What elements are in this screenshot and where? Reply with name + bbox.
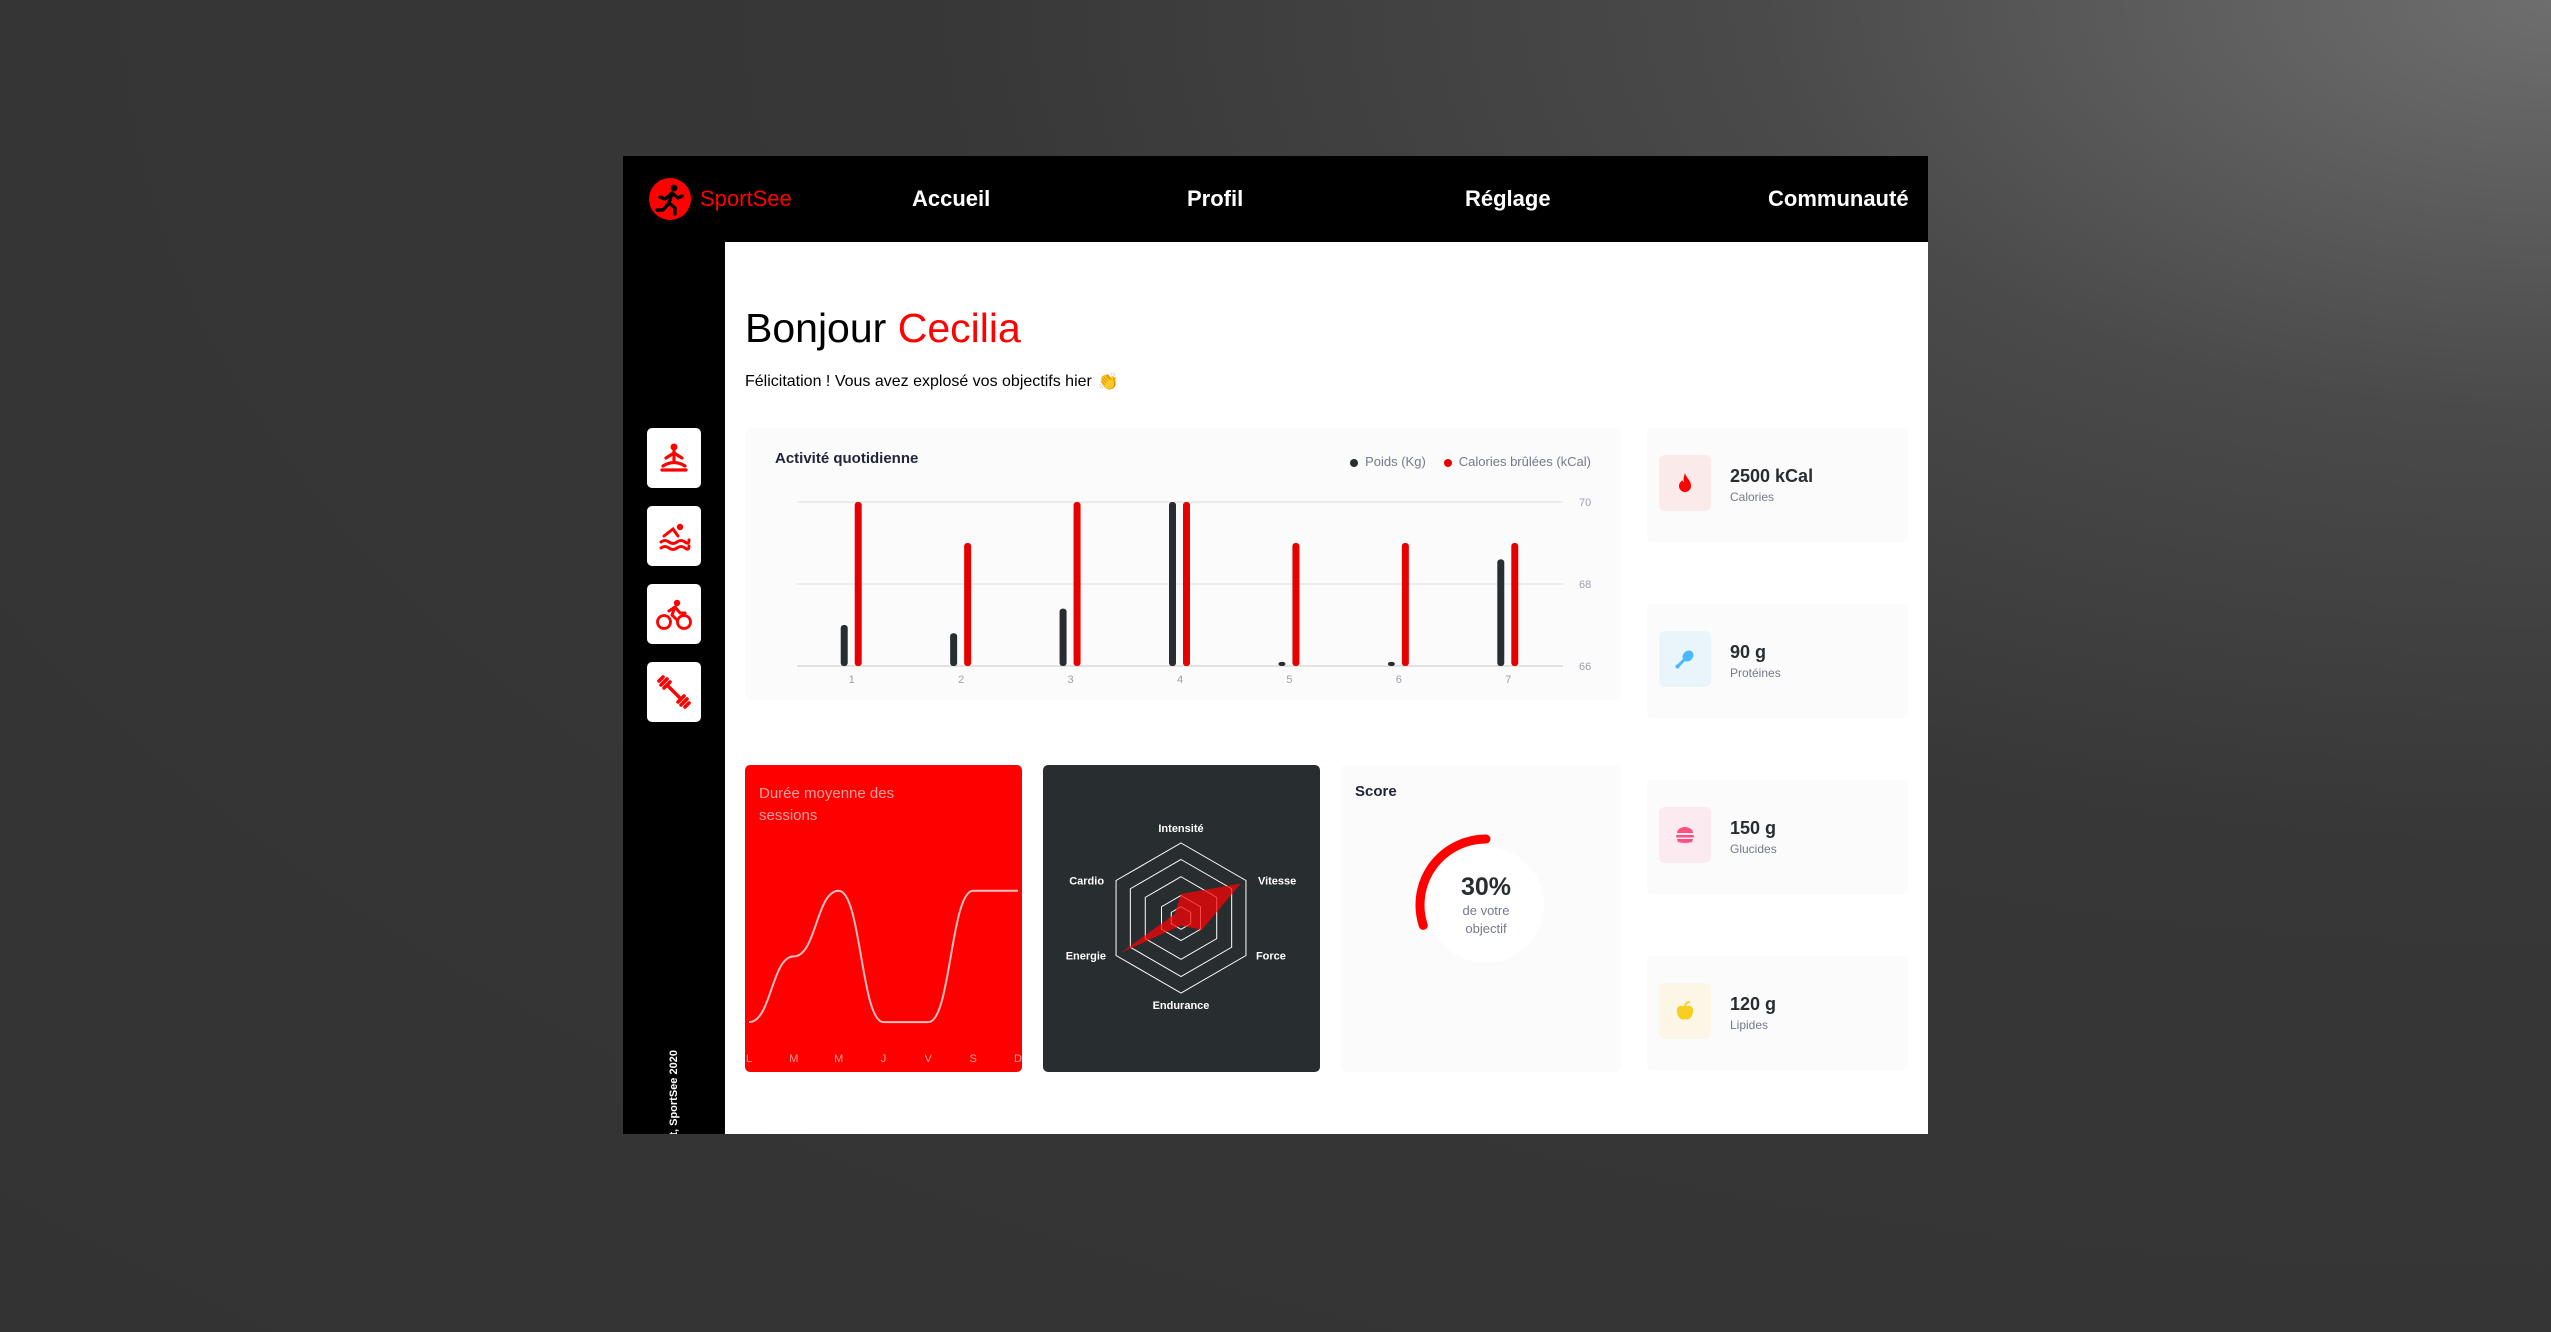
user-name: Cecilia bbox=[897, 305, 1021, 351]
sessions-line bbox=[748, 889, 1018, 1024]
congrats-message: Félicitation ! Vous avez explosé vos obj… bbox=[745, 372, 1119, 392]
radar-label: Vitesse bbox=[1258, 876, 1296, 888]
radar-label: Cardio bbox=[1069, 876, 1104, 888]
key-card-carbs: 150 g Glucides bbox=[1647, 780, 1908, 894]
radar-label: Force bbox=[1256, 951, 1286, 963]
radar-area bbox=[1121, 883, 1241, 953]
calories-bar bbox=[854, 502, 862, 666]
calories-label: Calories bbox=[1730, 490, 1775, 504]
x-tick-label: 5 bbox=[1286, 674, 1292, 686]
radar-label: Energie bbox=[1066, 951, 1106, 963]
score-card: Score 30% de votre objectif bbox=[1341, 765, 1621, 1072]
dumbbell-icon bbox=[657, 675, 691, 709]
day-label: D bbox=[1014, 1053, 1022, 1065]
calories-bar bbox=[1073, 502, 1081, 666]
page-title: Bonjour Cecilia bbox=[745, 303, 1021, 353]
brand-name: SportSee bbox=[700, 186, 792, 211]
nav-communaute[interactable]: Communauté bbox=[1768, 186, 1909, 212]
x-tick-label: 1 bbox=[849, 674, 855, 686]
radar-label: Endurance bbox=[1153, 1000, 1210, 1012]
swimming-icon bbox=[659, 523, 691, 551]
activity-chart: 66 68 70 1 2 3 4 5 6 7 bbox=[797, 497, 1591, 686]
y-tick-label: 68 bbox=[1579, 579, 1591, 591]
y-tick-label: 66 bbox=[1579, 661, 1591, 673]
nav-profil[interactable]: Profil bbox=[1187, 186, 1243, 212]
side-nav: Copyright, SportSee 2020 bbox=[623, 242, 725, 1134]
x-tick-label: 4 bbox=[1177, 674, 1183, 686]
weight-bar bbox=[1387, 661, 1395, 666]
key-card-calories: 2500 kCal Calories bbox=[1647, 428, 1908, 542]
key-card-lipids: 120 g Lipides bbox=[1647, 956, 1908, 1070]
calories-bar bbox=[1292, 543, 1300, 666]
app-window: SportSee Accueil Profil Réglage Communau… bbox=[623, 156, 1928, 1134]
logo[interactable]: SportSee bbox=[648, 176, 792, 222]
flame-icon bbox=[1659, 455, 1711, 511]
burger-icon bbox=[1659, 807, 1711, 863]
side-btn-dumbbell[interactable] bbox=[647, 662, 701, 722]
performance-chart-card: Intensité Vitesse Force Endurance Energie Car… bbox=[1043, 765, 1320, 1072]
carbs-value: 150 g bbox=[1730, 818, 1777, 838]
calories-bar bbox=[1511, 543, 1519, 666]
day-label: M bbox=[834, 1053, 843, 1065]
cycling-icon bbox=[656, 599, 692, 630]
copyright: Copyright, SportSee 2020 bbox=[668, 1050, 680, 1134]
day-label: M bbox=[789, 1053, 798, 1065]
x-tick-label: 2 bbox=[958, 674, 964, 686]
greeting-prefix: Bonjour bbox=[745, 305, 887, 351]
score-line-2: objectif bbox=[1465, 920, 1507, 936]
nav-accueil[interactable]: Accueil bbox=[912, 186, 990, 212]
side-btn-yoga[interactable] bbox=[647, 428, 701, 488]
x-tick-label: 3 bbox=[1068, 674, 1074, 686]
side-btn-swimming[interactable] bbox=[647, 506, 701, 566]
calories-bar bbox=[964, 543, 972, 666]
x-tick-label: 7 bbox=[1505, 674, 1511, 686]
y-tick-label: 70 bbox=[1579, 497, 1591, 509]
day-label: S bbox=[969, 1053, 976, 1065]
clap-icon: 👏 bbox=[1097, 372, 1120, 391]
apple-icon bbox=[1659, 983, 1711, 1039]
proteins-value: 90 g bbox=[1730, 642, 1767, 662]
weight-bar bbox=[1497, 559, 1505, 666]
weight-bar bbox=[1169, 502, 1176, 666]
score-center: 30% de votre objectif bbox=[1428, 847, 1544, 963]
weight-bar bbox=[950, 633, 958, 666]
top-nav: SportSee Accueil Profil Réglage Communau… bbox=[623, 156, 1928, 242]
x-tick-label: 6 bbox=[1396, 674, 1402, 686]
sessions-chart: LMMJVSD bbox=[746, 889, 1022, 1065]
weight-bar bbox=[1278, 661, 1286, 666]
weight-bar bbox=[1059, 608, 1067, 666]
day-label: J bbox=[881, 1053, 887, 1065]
activity-chart-card: Activité quotidienne Poids (Kg) Calories… bbox=[745, 428, 1621, 700]
calories-bar bbox=[1183, 502, 1190, 666]
nav-reglage[interactable]: Réglage bbox=[1465, 186, 1551, 212]
lipids-value: 120 g bbox=[1730, 994, 1777, 1014]
sessions-chart-card: Durée moyenne des sessions LMMJVSD bbox=[745, 765, 1022, 1072]
carbs-label: Glucides bbox=[1730, 842, 1777, 856]
congrats-text: Félicitation ! Vous avez explosé vos obj… bbox=[745, 373, 1092, 390]
key-card-proteins: 90 g Protéines bbox=[1647, 604, 1908, 718]
drumstick-icon bbox=[1659, 631, 1711, 687]
yoga-icon bbox=[660, 443, 688, 472]
calories-value: 2500 kCal bbox=[1730, 466, 1814, 486]
side-btn-cycling[interactable] bbox=[647, 584, 701, 644]
day-label: V bbox=[925, 1053, 933, 1065]
calories-bar bbox=[1401, 543, 1409, 666]
score-value: 30% bbox=[1460, 872, 1512, 901]
radar-label: Intensité bbox=[1158, 823, 1203, 835]
performance-radar: Intensité Vitesse Force Endurance Energie Car… bbox=[1066, 823, 1297, 1012]
proteins-label: Protéines bbox=[1730, 666, 1781, 680]
lipids-label: Lipides bbox=[1730, 1018, 1769, 1032]
runner-logo-icon bbox=[649, 178, 691, 220]
score-line-1: de votre bbox=[1462, 902, 1510, 918]
weight-bar bbox=[840, 625, 848, 666]
day-label: L bbox=[746, 1053, 752, 1065]
